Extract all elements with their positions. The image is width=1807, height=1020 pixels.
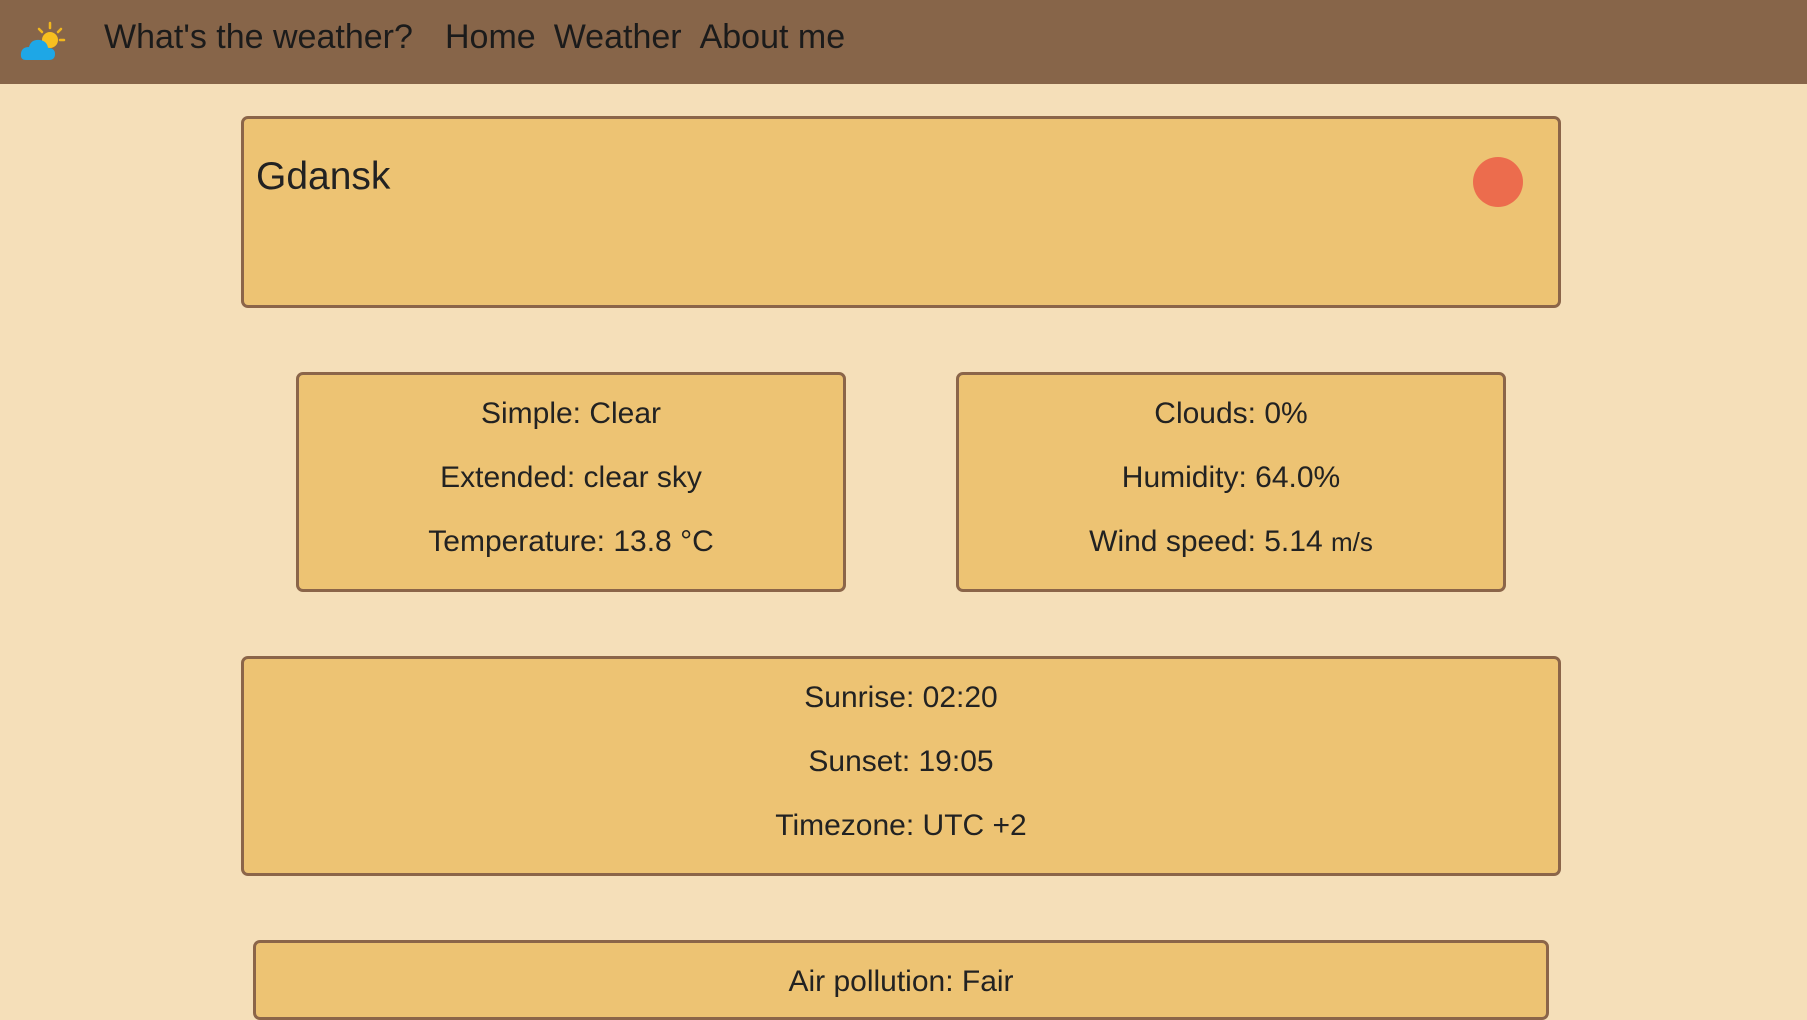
city-card: Gdansk [241, 116, 1561, 308]
air-pollution: Air pollution: Fair [788, 965, 1014, 998]
city-name: Gdansk [256, 155, 391, 198]
wind-speed-unit: m/s [1330, 527, 1373, 557]
sunrise: Sunrise: 02:20 [804, 681, 998, 714]
nav-link-about[interactable]: About me [700, 18, 846, 57]
status-indicator [1473, 157, 1523, 207]
sun-card: Sunrise: 02:20 Sunset: 19:05 Timezone: U… [241, 656, 1561, 876]
metrics-card: Clouds: 0% Humidity: 64.0% Wind speed: 5… [956, 372, 1506, 592]
wind-speed: Wind speed: 5.14 m/s [1089, 520, 1373, 584]
nav-link-home[interactable]: Home [445, 18, 536, 57]
brand-title[interactable]: What's the weather? [104, 18, 413, 57]
extended-condition: Extended: clear sky [440, 461, 702, 494]
navbar: What's the weather? Home Weather About m… [0, 0, 1807, 84]
clouds: Clouds: 0% [1154, 397, 1308, 430]
pollution-card: Air pollution: Fair [253, 940, 1549, 1020]
sunset: Sunset: 19:05 [808, 745, 994, 778]
nav-links: Home Weather About me [445, 18, 845, 57]
conditions-card: Simple: Clear Extended: clear sky Temper… [296, 372, 846, 592]
nav-link-weather[interactable]: Weather [554, 18, 682, 57]
humidity: Humidity: 64.0% [1121, 461, 1341, 494]
timezone: Timezone: UTC +2 [775, 809, 1027, 842]
temperature: Temperature: 13.8 °C [428, 525, 714, 558]
simple-condition: Simple: Clear [480, 397, 662, 430]
wind-speed-value: Wind speed: 5.14 [1089, 525, 1331, 558]
weather-partly-sunny-icon[interactable] [20, 20, 66, 62]
